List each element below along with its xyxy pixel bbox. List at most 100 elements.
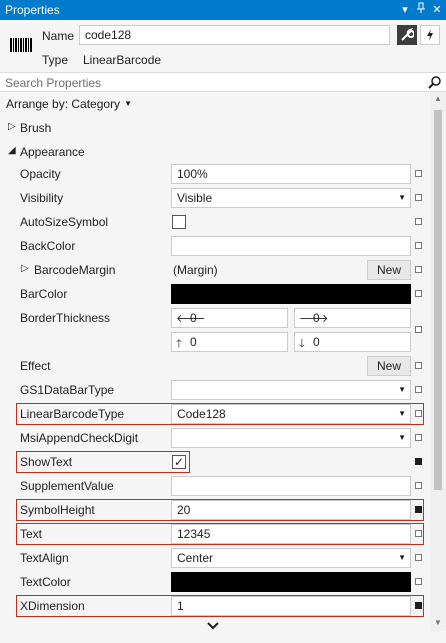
panel-title: Properties — [5, 3, 60, 17]
thickness-left-field[interactable]: 🡐 0 — [171, 308, 288, 328]
select-value: Visible — [177, 191, 213, 205]
property-marker[interactable] — [415, 410, 422, 417]
textalign-select[interactable]: Center ▼ — [171, 548, 411, 568]
property-marker[interactable] — [415, 362, 422, 369]
property-marker[interactable] — [415, 170, 422, 177]
events-lightning-button[interactable] — [420, 25, 440, 45]
lightning-icon — [427, 29, 433, 41]
opacity-field[interactable]: 100% — [171, 164, 411, 184]
property-opacity: Opacity 100% — [0, 162, 430, 186]
property-symbolheight: SymbolHeight 20 — [0, 498, 430, 522]
search-input[interactable]: Search Properties — [5, 76, 101, 90]
scroll-up-icon[interactable]: ▲ — [434, 94, 442, 103]
property-name: BorderThickness — [20, 311, 111, 325]
property-marker[interactable] — [415, 578, 422, 585]
property-msiappendcheckdigit: MsiAppendCheckDigit ▼ — [0, 426, 430, 450]
property-marker[interactable] — [415, 218, 422, 225]
name-label: Name — [42, 29, 75, 43]
property-name: TextAlign — [20, 551, 69, 565]
property-name: Visibility — [20, 191, 64, 205]
property-marker[interactable] — [415, 194, 422, 201]
expand-triangle-icon[interactable]: ▷ — [8, 121, 16, 132]
msiappendcheckdigit-select[interactable]: ▼ — [171, 428, 411, 448]
search-properties-box[interactable]: Search Properties — [0, 72, 446, 92]
property-textcolor: TextColor — [0, 570, 430, 594]
close-icon[interactable]: ✕ — [430, 2, 444, 18]
scrollbar-thumb[interactable] — [434, 110, 442, 490]
field-value: 0 — [190, 335, 197, 349]
arrange-by-dropdown[interactable]: Arrange by: Category ▼ — [6, 97, 132, 111]
property-marker[interactable] — [415, 290, 422, 297]
property-name: BackColor — [20, 239, 76, 253]
select-value: Code128 — [177, 407, 226, 421]
textcolor-swatch[interactable] — [171, 572, 411, 592]
property-xdimension: XDimension 1 — [0, 594, 430, 618]
dropdown-arrow-icon[interactable]: ▾ — [398, 2, 412, 18]
property-name: ShowText — [20, 455, 73, 469]
property-marker[interactable] — [415, 386, 422, 393]
property-name: GS1DataBarType — [20, 383, 115, 397]
visibility-select[interactable]: Visible ▼ — [171, 188, 411, 208]
property-marker[interactable] — [415, 482, 422, 489]
property-effect: Effect New — [0, 354, 430, 378]
thickness-right-field[interactable]: 🡒 0 — [294, 308, 411, 328]
advanced-properties-expander[interactable] — [0, 618, 430, 643]
property-marker[interactable] — [415, 530, 422, 537]
property-backcolor: BackColor — [0, 234, 430, 258]
effect-new-button[interactable]: New — [367, 356, 411, 376]
vertical-scrollbar[interactable]: ▲ ▼ — [430, 92, 446, 631]
arrow-up-icon: 🡑 — [176, 338, 182, 350]
chevron-down-icon: ▼ — [398, 409, 406, 418]
properties-wrench-button[interactable] — [397, 25, 417, 45]
scroll-down-icon[interactable]: ▼ — [434, 618, 442, 627]
wrench-icon — [401, 28, 414, 41]
property-borderthickness: BorderThickness 🡐 0 🡒 0 🡑 0 🡓 0 — [0, 306, 430, 354]
property-name: AutoSizeSymbol — [20, 215, 109, 229]
property-textalign: TextAlign Center ▼ — [0, 546, 430, 570]
property-marker[interactable] — [415, 506, 422, 513]
property-barcodemargin: ▷ BarcodeMargin (Margin) New — [0, 258, 430, 282]
property-grid: ▷ Brush ◢ Appearance Opacity 100% Visibi… — [0, 116, 430, 631]
gs1databartype-select[interactable]: ▼ — [171, 380, 411, 400]
supplementvalue-field[interactable] — [171, 476, 411, 496]
text-field[interactable]: 12345 — [171, 524, 411, 544]
property-marker[interactable] — [415, 326, 422, 333]
category-appearance[interactable]: ◢ Appearance — [0, 140, 430, 164]
name-field[interactable]: code128 — [79, 25, 390, 45]
backcolor-field[interactable] — [171, 236, 411, 256]
property-barcolor: BarColor — [0, 282, 430, 306]
thickness-bottom-field[interactable]: 🡓 0 — [294, 332, 411, 352]
arrow-down-icon: 🡓 — [299, 338, 305, 350]
linearbarcodetype-select[interactable]: Code128 ▼ — [171, 404, 411, 424]
chevron-down-icon: ▼ — [398, 553, 406, 562]
collapse-triangle-icon[interactable]: ◢ — [8, 145, 16, 156]
pin-icon[interactable] — [414, 2, 428, 18]
xdimension-field[interactable]: 1 — [171, 596, 411, 616]
search-icon[interactable] — [428, 75, 442, 89]
property-linearbarcodetype: LinearBarcodeType Code128 ▼ — [0, 402, 430, 426]
showtext-checkbox[interactable]: ✓ — [172, 455, 186, 469]
property-marker[interactable] — [415, 554, 422, 561]
property-name: MsiAppendCheckDigit — [20, 431, 139, 445]
property-visibility: Visibility Visible ▼ — [0, 186, 430, 210]
chevron-down-icon: ▼ — [398, 193, 406, 202]
category-brush[interactable]: ▷ Brush — [0, 116, 430, 140]
barcodemargin-new-button[interactable]: New — [367, 260, 411, 280]
property-marker[interactable] — [415, 434, 422, 441]
arrow-right-icon: 🡒 — [299, 313, 329, 325]
expand-triangle-icon[interactable]: ▷ — [21, 263, 29, 274]
autosizesymbol-checkbox[interactable] — [172, 215, 186, 229]
thickness-top-field[interactable]: 🡑 0 — [171, 332, 288, 352]
arrow-left-icon: 🡐 — [176, 313, 206, 325]
symbolheight-field[interactable]: 20 — [171, 500, 411, 520]
property-marker[interactable] — [415, 458, 422, 465]
borderthickness-editor: 🡐 0 🡒 0 🡑 0 🡓 0 — [171, 308, 411, 352]
chevron-down-icon[interactable] — [205, 620, 221, 632]
property-marker[interactable] — [415, 242, 422, 249]
property-marker[interactable] — [415, 602, 422, 609]
barcolor-swatch[interactable] — [171, 284, 411, 304]
property-autosizesymbol: AutoSizeSymbol — [0, 210, 430, 234]
property-marker[interactable] — [415, 266, 422, 273]
barcode-icon — [10, 38, 32, 52]
property-text: Text 12345 — [0, 522, 430, 546]
